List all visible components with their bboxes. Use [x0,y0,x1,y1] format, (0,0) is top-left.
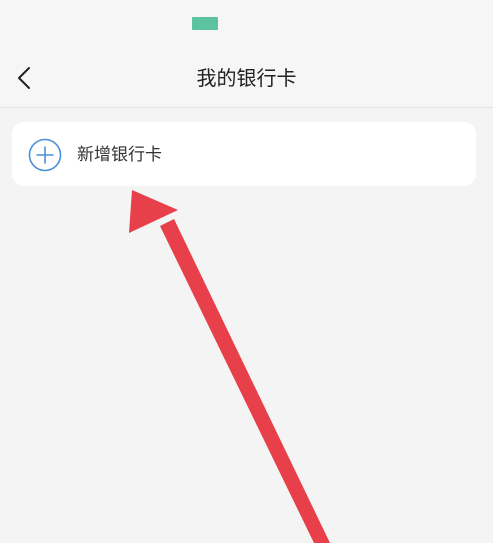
screen: 我的银行卡 新增银行卡 [0,0,493,543]
annotation-arrow [129,190,330,543]
